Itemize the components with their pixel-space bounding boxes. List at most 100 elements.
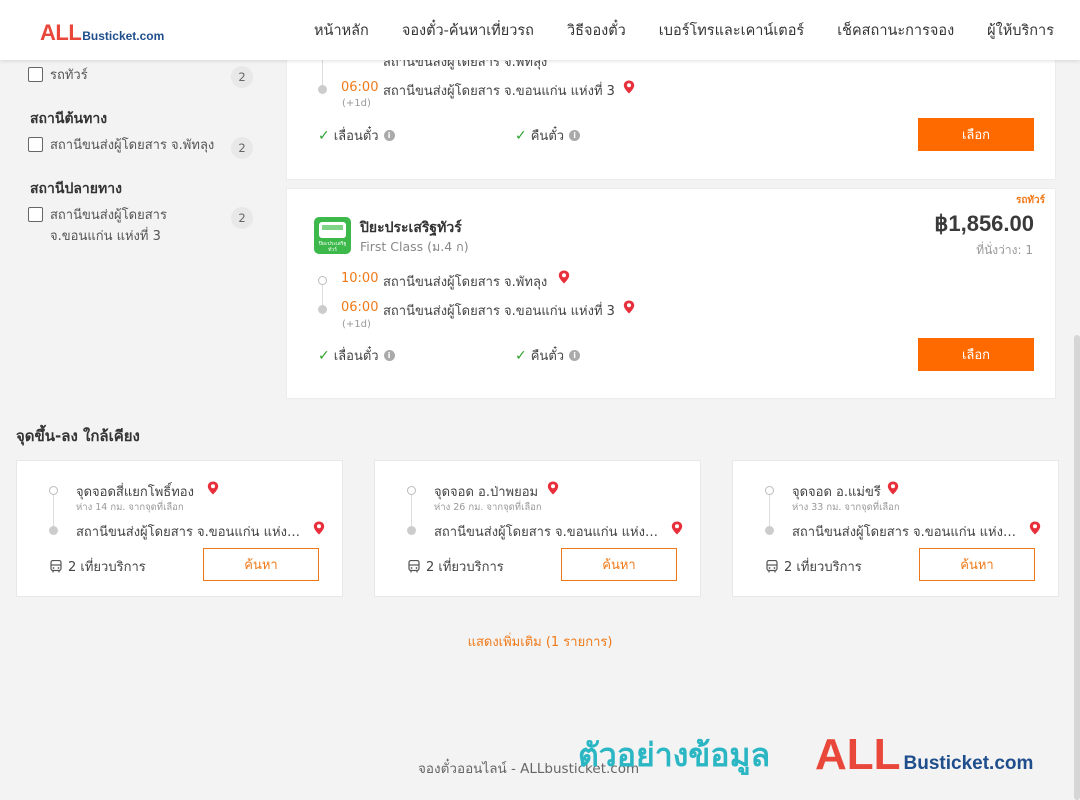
logo-all-text: ALL <box>40 20 82 45</box>
feature-refund-label: คืนตั๋ว <box>530 349 565 364</box>
map-pin-icon[interactable] <box>887 481 899 495</box>
map-pin-icon[interactable] <box>547 481 559 495</box>
dest-dot <box>49 526 58 535</box>
watermark-logo-all: ALL <box>815 730 901 779</box>
check-icon: ✓ <box>515 127 527 144</box>
info-icon[interactable]: i <box>383 350 395 361</box>
search-nearby-button[interactable]: ค้นหา <box>561 548 677 581</box>
bus-icon <box>319 222 346 238</box>
info-icon[interactable]: i <box>383 130 395 141</box>
filter-tour-bus-label: รถทัวร์ <box>50 68 88 83</box>
next-day-label: (+1d) <box>342 319 371 330</box>
select-trip-button[interactable]: เลือก <box>918 338 1034 371</box>
nearby-stops-title: จุดขึ้น-ลง ใกล้เคียง <box>16 427 140 445</box>
watermark-logo-busticket: Busticket.com <box>903 753 1034 774</box>
feature-refund: ✓ คืนตั๋ว i <box>515 345 581 366</box>
trip-price: ฿1,856.00 <box>934 211 1034 236</box>
depart-dot <box>318 276 327 285</box>
site-logo[interactable]: ALL Busticket.com <box>40 20 164 45</box>
trip-count-label: 2 เที่ยวบริการ <box>784 560 862 575</box>
nearby-stop-name: จุดจอด อ.แม่ขรี <box>792 485 881 500</box>
feature-reschedule-label: เลื่อนตั๋ว <box>333 129 379 144</box>
bus-icon <box>50 560 62 573</box>
watermark-text: ตัวอย่างข้อมูล <box>578 736 771 774</box>
nearby-stop-name: จุดจอด อ.ป่าพยอม <box>434 485 539 500</box>
trip-count-label: 2 เที่ยวบริการ <box>426 560 504 575</box>
arrive-station: สถานีขนส่งผู้โดยสาร จ.ขอนแก่น แห่งที่ 3 <box>383 84 615 99</box>
nav-how-to-book[interactable]: วิธีจองตั๋ว <box>567 19 626 42</box>
trip-card-1: สถานีขนส่งผู้โดยสาร จ.พัทลุง 06:00 สถานี… <box>286 50 1056 180</box>
map-pin-icon[interactable] <box>623 300 635 314</box>
page-scrollbar[interactable] <box>1074 335 1080 800</box>
feature-refund: ✓ คืนตั๋ว i <box>515 125 581 146</box>
show-more-label[interactable]: แสดงเพิ่มเติม (1 รายการ) <box>468 635 613 650</box>
operator-logo-text: ปิยะประเสริฐทัวร์ <box>318 241 347 253</box>
trip-card-2: รถทัวร์ ปิยะประเสริฐทัวร์ ปิยะประเสริฐทั… <box>286 188 1056 399</box>
origin-dot <box>407 486 416 495</box>
nearby-stop-distance: ห่าง 33 กม. จากจุดที่เลือก <box>792 502 900 513</box>
site-header: ALL Busticket.com หน้าหลัก จองตั๋ว-ค้นหา… <box>0 0 1080 60</box>
search-nearby-button[interactable]: ค้นหา <box>919 548 1035 581</box>
timeline-line <box>53 495 54 527</box>
filter-tour-bus-checkbox[interactable] <box>28 67 43 82</box>
nav-operators[interactable]: ผู้ให้บริการ <box>987 19 1054 42</box>
info-icon[interactable]: i <box>569 130 581 141</box>
nearby-dest-station: สถานีขนส่งผู้โดยสาร จ.ขอนแก่น แห่งที่ 3 <box>434 525 662 540</box>
arrive-time: 06:00 <box>341 80 379 95</box>
filter-origin-count: 2 <box>231 137 253 159</box>
bus-class: First Class (ม.4 ก) <box>360 239 469 254</box>
select-trip-button[interactable]: เลือก <box>918 118 1034 151</box>
bus-type-tag: รถทัวร์ <box>1015 195 1045 206</box>
nearby-stop-distance: ห่าง 26 กม. จากจุดที่เลือก <box>434 502 542 513</box>
trip-count-label: 2 เที่ยวบริการ <box>68 560 146 575</box>
map-pin-icon[interactable] <box>671 521 683 535</box>
filter-origin-station[interactable]: สถานีขนส่งผู้โดยสาร จ.พัทลุง <box>28 135 230 156</box>
nearby-dest-station: สถานีขนส่งผู้โดยสาร จ.ขอนแก่น แห่งที่ 3 <box>792 525 1020 540</box>
feature-refund-label: คืนตั๋ว <box>530 129 565 144</box>
operator-name: ปิยะประเสริฐทัวร์ <box>360 220 462 236</box>
filter-origin-checkbox[interactable] <box>28 137 43 152</box>
search-nearby-button[interactable]: ค้นหา <box>203 548 319 581</box>
timeline-line <box>322 285 323 307</box>
trip-count: 2 เที่ยวบริการ <box>50 556 146 577</box>
next-day-label: (+1d) <box>342 98 371 109</box>
map-pin-icon[interactable] <box>313 521 325 535</box>
origin-station-heading: สถานีต้นทาง <box>30 111 108 127</box>
filter-dest-checkbox[interactable] <box>28 207 43 222</box>
seats-available: ที่นั่งว่าง: 1 <box>976 243 1033 257</box>
timeline-line <box>769 495 770 527</box>
main-nav: หน้าหลัก จองตั๋ว-ค้นหาเที่ยวรถ วิธีจองตั… <box>314 19 1054 42</box>
filter-tour-bus-count: 2 <box>231 66 253 88</box>
arrive-time: 06:00 <box>341 300 379 315</box>
feature-reschedule: ✓ เลื่อนตั๋ว i <box>318 345 395 366</box>
watermark-logo: ALL Busticket.com <box>815 730 1033 780</box>
filter-dest-station[interactable]: สถานีขนส่งผู้โดยสาร จ.ขอนแก่น แห่งที่ 3 <box>28 205 200 247</box>
nav-check-booking[interactable]: เช็คสถานะการจอง <box>837 19 954 42</box>
nav-book-search[interactable]: จองตั๋ว-ค้นหาเที่ยวรถ <box>402 19 534 42</box>
check-icon: ✓ <box>515 347 527 364</box>
origin-dot <box>49 486 58 495</box>
nearby-stop-distance: ห่าง 14 กม. จากจุดที่เลือก <box>76 502 184 513</box>
nav-phone-counters[interactable]: เบอร์โทรและเคาน์เตอร์ <box>659 19 804 42</box>
check-icon: ✓ <box>318 127 330 144</box>
map-pin-icon[interactable] <box>558 270 570 284</box>
nearby-stop-name: จุดจอดสี่แยกโพธิ์ทอง <box>76 485 194 500</box>
nearby-dest-station: สถานีขนส่งผู้โดยสาร จ.ขอนแก่น แห่งที่ 3 <box>76 525 304 540</box>
info-icon[interactable]: i <box>569 350 581 361</box>
filter-tour-bus[interactable]: รถทัวร์ <box>28 65 200 86</box>
map-pin-icon[interactable] <box>623 80 635 94</box>
arrive-dot <box>318 85 327 94</box>
arrive-dot <box>318 305 327 314</box>
nav-home[interactable]: หน้าหลัก <box>314 19 369 42</box>
filter-dest-count: 2 <box>231 207 253 229</box>
map-pin-icon[interactable] <box>207 481 219 495</box>
map-pin-icon[interactable] <box>1029 521 1041 535</box>
show-more-link[interactable]: แสดงเพิ่มเติม (1 รายการ) <box>0 631 1080 652</box>
trip-count: 2 เที่ยวบริการ <box>408 556 504 577</box>
nearby-stop-card-3: จุดจอด อ.แม่ขรี ห่าง 33 กม. จากจุดที่เลื… <box>732 460 1059 597</box>
nearby-stop-card-2: จุดจอด อ.ป่าพยอม ห่าง 26 กม. จากจุดที่เล… <box>374 460 701 597</box>
origin-dot <box>765 486 774 495</box>
arrive-station: สถานีขนส่งผู้โดยสาร จ.ขอนแก่น แห่งที่ 3 <box>383 304 615 319</box>
filter-origin-label: สถานีขนส่งผู้โดยสาร จ.พัทลุง <box>50 138 215 153</box>
depart-station: สถานีขนส่งผู้โดยสาร จ.พัทลุง <box>383 275 548 290</box>
